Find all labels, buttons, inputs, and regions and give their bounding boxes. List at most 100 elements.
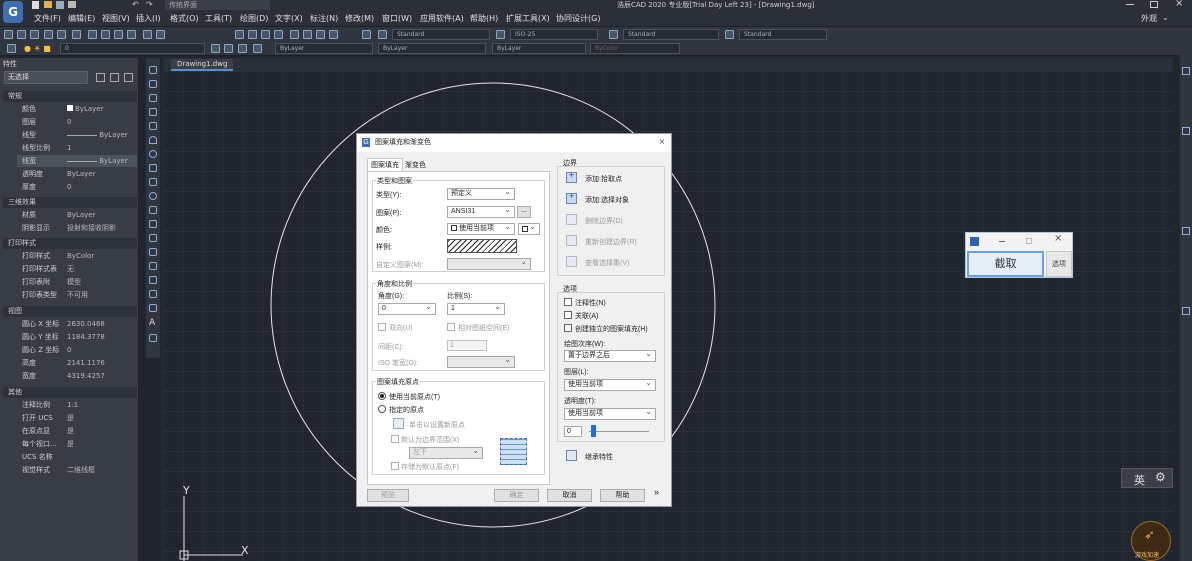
capture-options-button[interactable]: 选项 [1046,251,1072,277]
scroll-icon[interactable] [1182,67,1190,75]
properties-icon[interactable] [290,30,299,39]
prop-row[interactable]: 打印表类型 不可用 [17,289,137,301]
hatch-sample-swatch[interactable] [447,239,517,253]
recreate-boundary-icon[interactable] [566,235,577,246]
spacing-input[interactable]: 1 [447,340,487,351]
new-icon[interactable] [32,1,39,9]
scroll-icon[interactable] [1182,127,1190,135]
text-style-select[interactable]: Standard [392,29,490,40]
prop-row[interactable]: 图层 0 [17,116,137,128]
section-plot-style[interactable]: 打印样式 [3,238,137,249]
menu-apps[interactable]: 应用软件(A) [420,13,464,24]
menu-text[interactable]: 文字(X) [275,13,303,24]
layer-select[interactable]: 使用当前项 [564,379,656,391]
inherit-properties-button[interactable]: 继承特性 [585,452,613,462]
scale-select[interactable]: 1 [447,303,505,315]
add-select-objects-button[interactable]: 添加:选择对象 [585,195,629,205]
capture-button[interactable]: 截取 [967,251,1044,277]
pattern-browse-button[interactable]: ... [517,206,531,218]
mtext-icon[interactable]: A [149,318,155,328]
ellipse-icon[interactable] [149,192,157,200]
remove-boundary-icon[interactable] [566,214,577,225]
menu-extensions[interactable]: 扩展工具(X) [506,13,550,24]
menu-collab[interactable]: 协同设计(G) [556,13,600,24]
save-icon[interactable] [56,1,64,9]
prop-row[interactable]: 打开 UCS 是 [17,412,137,424]
insert-block-icon[interactable] [149,220,157,228]
scroll-icon[interactable] [1182,307,1190,315]
prop-row[interactable]: 打印样式表无 [17,263,137,275]
remove-boundary-button[interactable]: 删除边界(D) [585,216,623,226]
prop-row[interactable]: 宽度 4319.4257 [17,370,137,382]
new-icon[interactable] [4,30,13,39]
text-style-icon[interactable] [378,30,387,39]
copy-icon[interactable] [101,30,110,39]
prop-row[interactable]: 阴影显示 投射和接收阴影 [17,222,137,234]
type-select[interactable]: 预定义 [447,188,515,200]
polygon-icon[interactable] [149,108,157,116]
open-icon[interactable] [17,30,26,39]
origin-specified-radio[interactable] [378,405,386,413]
prop-row[interactable]: 圆心 Y 坐标 1184.3778 [17,331,137,343]
relative-paper-checkbox[interactable] [447,323,455,331]
prop-row[interactable]: 高度 2141.1176 [17,357,137,369]
open-icon[interactable] [44,1,52,8]
spline-icon[interactable] [149,178,157,186]
preview-button[interactable]: 预览 [367,489,409,502]
arc-icon[interactable] [149,136,157,144]
recreate-boundary-button[interactable]: 重新创建边界(R) [585,237,637,247]
view-selection-icon[interactable] [566,256,577,267]
menu-tools[interactable]: 工具(T) [205,13,232,24]
cancel-button[interactable]: 取消 [547,489,592,502]
annotative-checkbox[interactable] [564,298,572,306]
redo-icon[interactable]: ↷ [146,1,153,9]
prop-row[interactable]: 在原点显是 [17,425,137,437]
ime-language[interactable]: 英 [1134,472,1145,488]
cut-icon[interactable] [88,30,97,39]
prop-row-selected[interactable]: 线宽 ByLayer [17,155,137,167]
mleader-style-select[interactable]: Standard [739,29,827,40]
close-icon[interactable]: × [1175,0,1183,9]
background-color-select[interactable] [518,223,540,235]
save-icon[interactable] [30,30,39,39]
menu-insert[interactable]: 插入(I) [136,13,161,24]
add-pick-points-icon[interactable]: + [566,170,577,183]
mleader-style-icon[interactable] [725,30,734,39]
store-default-checkbox[interactable] [391,462,399,470]
gradient-icon[interactable] [149,276,157,284]
circle-icon[interactable] [149,150,157,158]
minimize-icon[interactable] [1126,4,1134,5]
quick-select-icon[interactable] [124,73,133,82]
menu-view[interactable]: 视图(V) [102,13,130,24]
table-icon[interactable] [149,304,157,312]
close-icon[interactable]: × [1054,233,1062,244]
make-block-icon[interactable] [149,234,157,242]
ime-indicator[interactable]: 英 ⚙ [1121,468,1173,488]
appearance-menu[interactable]: 外观 [1141,13,1157,24]
menu-draw[interactable]: 绘图(D) [240,13,268,24]
double-checkbox[interactable] [378,323,386,331]
toggle-pickadd-icon[interactable] [96,73,105,82]
draw-order-select[interactable]: 置于边界之后 [564,350,656,362]
prop-row[interactable]: 厚度 0 [17,181,137,193]
add-select-objects-icon[interactable]: + [566,191,577,204]
color-select[interactable]: 使用当前项 [447,223,515,235]
layer-match-icon[interactable] [238,44,247,53]
publish-icon[interactable] [72,30,81,39]
zoom-previous-icon[interactable] [274,30,283,39]
pan-icon[interactable] [235,30,244,39]
inherit-properties-icon[interactable] [566,450,577,461]
color-select[interactable]: ByLayer [275,43,373,54]
view-selection-button[interactable]: 查看选择集(V) [585,258,629,268]
paste-icon[interactable] [114,30,123,39]
menu-edit[interactable]: 编辑(E) [68,13,95,24]
calculator-icon[interactable] [329,30,338,39]
redo-icon[interactable] [156,30,165,39]
layer-off-icon[interactable] [253,44,262,53]
custom-pattern-select[interactable] [447,258,531,270]
prop-row[interactable]: 透明度 ByLayer [17,168,137,180]
origin-position-select[interactable]: 左下 [409,447,483,459]
rectangle-icon[interactable] [149,122,157,130]
table-style-select[interactable]: Standard [623,29,719,40]
origin-current-radio[interactable] [378,392,386,400]
